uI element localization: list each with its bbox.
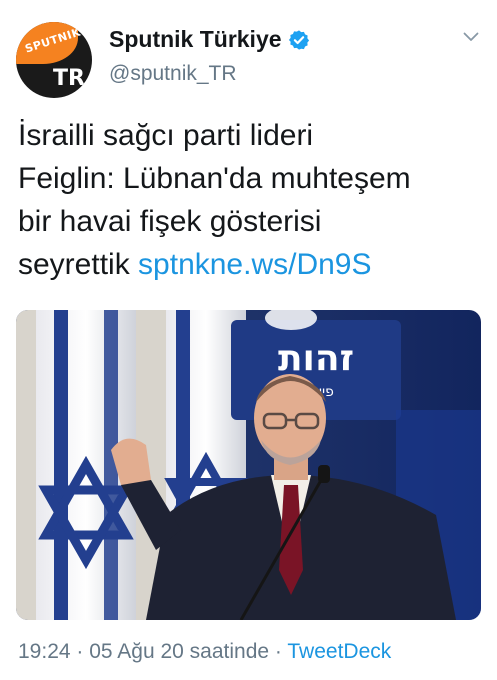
tweet-header: SPUTNIK TR Sputnik Türkiye @sputnik_TR [14, 14, 483, 98]
tweet-photo[interactable]: זהות פייגלין [16, 310, 481, 620]
tweet-link[interactable]: sptnkne.ws/Dn9S [138, 248, 371, 281]
tweet-source-link[interactable]: TweetDeck [287, 640, 391, 663]
chevron-down-icon[interactable] [463, 32, 479, 42]
display-name[interactable]: Sputnik Türkiye [109, 26, 282, 53]
tweet-text-line: Feiglin: Lübnan'da muhteşem [18, 162, 411, 195]
avatar-badge-text: TR [53, 66, 85, 91]
tweet-date[interactable]: 05 Ağu 20 saatinde [89, 640, 269, 663]
tweet-meta: 19:24 · 05 Ağu 20 saatinde · TweetDeck [18, 640, 391, 664]
tweet-time[interactable]: 19:24 [18, 640, 71, 663]
tweet-text-line: İsrailli sağcı parti lideri [18, 119, 314, 152]
tweet-text-line: seyrettik [18, 248, 130, 281]
meta-separator: · [76, 640, 84, 663]
avatar[interactable]: SPUTNIK TR [16, 22, 92, 98]
tweet-text-last-line: seyrettik sptnkne.ws/Dn9S [18, 243, 488, 286]
tweet-text: İsrailli sağcı parti lideri Feiglin: Lüb… [18, 114, 488, 286]
meta-separator: · [274, 640, 282, 663]
banner-text: זהות [278, 338, 354, 379]
verified-badge-icon [288, 29, 309, 50]
tweet-text-line: bir havai fişek gösterisi [18, 205, 322, 238]
name-row: Sputnik Türkiye [109, 26, 310, 53]
photo-illustration: זהות פייגלין [16, 310, 481, 620]
account-handle[interactable]: @sputnik_TR [109, 62, 237, 86]
